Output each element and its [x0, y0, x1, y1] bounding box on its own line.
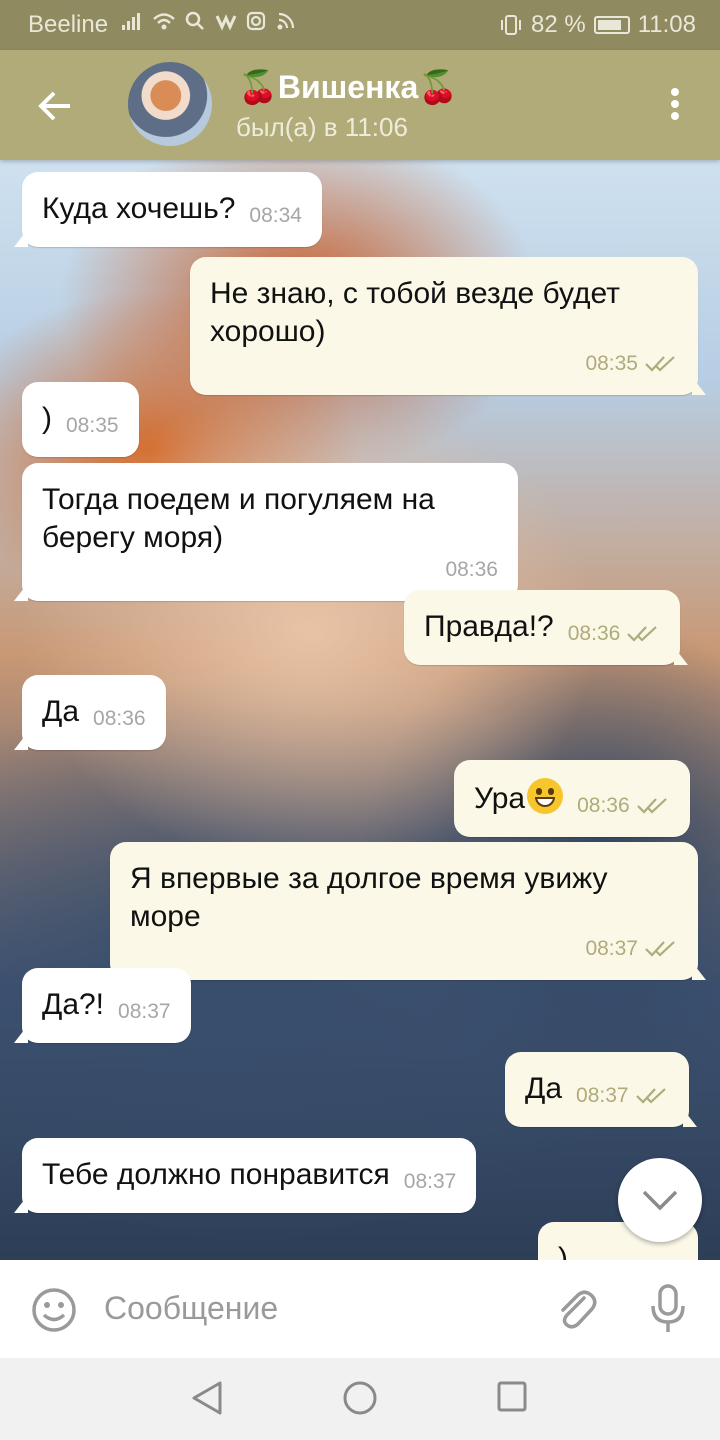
double-check-icon [627, 626, 658, 642]
rss-icon [277, 12, 294, 30]
message-time: 08:37 [576, 1084, 629, 1107]
double-check-icon [636, 798, 667, 814]
recents-square-icon[interactable] [496, 1380, 528, 1414]
chat-header: 🍒Вишенка🍒 был(а) в 11:06 [0, 50, 720, 160]
message-text: Да [525, 1072, 563, 1105]
message-meta: 08:37 [144, 930, 678, 968]
message-incoming[interactable]: ) 08:35 [22, 382, 139, 457]
status-icons [120, 11, 294, 37]
message-input-bar: Сообщение [0, 1260, 720, 1358]
message-text: Ура [474, 782, 526, 815]
vk-icon [215, 14, 237, 31]
status-right: 82 % 11:08 [499, 11, 696, 39]
message-input[interactable]: Сообщение [104, 1290, 278, 1327]
message-outgoing[interactable]: Правда!? 08:36 [404, 590, 689, 665]
message-time: 08:36 [567, 622, 621, 645]
message-time: 08:35 [585, 352, 638, 375]
carrier-name: Beeline [28, 11, 109, 38]
back-triangle-icon[interactable] [190, 1380, 224, 1416]
battery-icon [593, 16, 630, 34]
message-text: Я впервые за долгое время увижу море [130, 862, 608, 933]
message-text: ) [42, 402, 52, 435]
message-outgoing[interactable]: Да 08:37 [505, 1052, 697, 1127]
chevron-down-icon [642, 1190, 678, 1211]
message-incoming[interactable]: Тебе должно понравится 08:37 [14, 1138, 477, 1213]
vibrate-icon [501, 15, 522, 35]
double-check-icon [635, 1088, 666, 1104]
arrow-left-icon[interactable] [36, 86, 76, 126]
message-outgoing[interactable]: Я впервые за долгое время увижу море 08:… [110, 842, 706, 980]
message-text: Да [42, 695, 80, 728]
message-incoming[interactable]: Куда хочешь? 08:34 [14, 172, 322, 247]
message-incoming[interactable]: Тогда поедем и погуляем на берегу моря) … [14, 463, 518, 601]
instagram-icon [247, 11, 266, 31]
message-text: ) [558, 1242, 568, 1260]
message-time: 08:36 [93, 707, 146, 730]
microphone-icon[interactable] [648, 1282, 688, 1336]
last-seen-status: был(а) в 11:06 [236, 112, 408, 142]
message-time: 08:34 [249, 204, 302, 227]
clock: 11:08 [637, 11, 696, 38]
wifi-icon [152, 13, 175, 30]
message-text: Тебе должно понравится [42, 1158, 390, 1191]
message-time: 08:35 [66, 414, 119, 437]
grinning-face-icon [527, 778, 564, 814]
message-meta: 08:36 [568, 615, 661, 653]
message-outgoing[interactable]: Не знаю, с тобой везде будет хорошо) 08:… [190, 257, 706, 395]
chat-background: Куда хочешь? 08:34 Не знаю, с тобой везде… [0, 160, 720, 1260]
avatar[interactable] [128, 62, 212, 146]
message-outgoing[interactable]: Ура 08:36 [454, 760, 690, 837]
message-text: Да?! [42, 988, 105, 1021]
scroll-down-button[interactable] [618, 1158, 702, 1242]
message-incoming[interactable]: Да?! 08:37 [14, 968, 191, 1043]
home-circle-icon[interactable] [342, 1380, 378, 1416]
status-bar: Beeline 82 % 11:08 [0, 0, 720, 50]
more-vertical-icon[interactable] [670, 88, 680, 124]
double-check-icon [645, 941, 675, 957]
message-text: Правда!? [424, 610, 554, 643]
message-time: 08:37 [118, 1000, 171, 1023]
message-time: 08:37 [403, 1170, 457, 1193]
double-check-icon [645, 356, 675, 372]
system-navigation-bar [0, 1358, 720, 1440]
smile-icon[interactable] [30, 1286, 78, 1334]
message-text: Тогда поедем и погуляем на берегу моря) [42, 483, 435, 554]
contact-name[interactable]: 🍒Вишенка🍒 [238, 68, 458, 106]
message-meta: 08:36 [577, 787, 670, 825]
signal-icon [122, 13, 140, 30]
message-meta: 08:37 [576, 1077, 669, 1115]
paperclip-icon[interactable] [554, 1286, 600, 1334]
message-incoming[interactable]: Да 08:36 [14, 675, 166, 750]
message-text: Куда хочешь? [42, 192, 236, 225]
search-icon [185, 11, 205, 30]
message-time: 08:37 [585, 937, 638, 960]
message-text: Не знаю, с тобой везде будет хорошо) [210, 277, 620, 348]
message-time: 08:36 [577, 794, 630, 817]
battery-percent: 82 % [531, 11, 586, 38]
